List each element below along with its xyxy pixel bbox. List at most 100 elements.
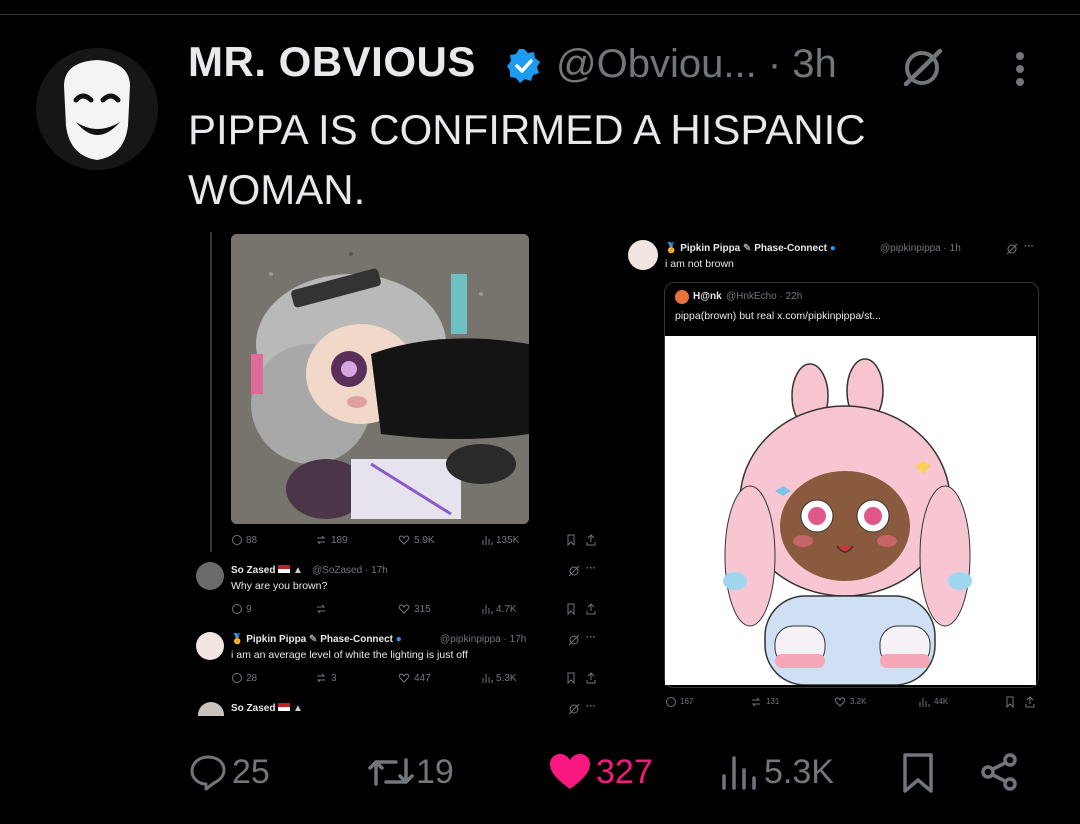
repost-icon[interactable]: [315, 603, 327, 615]
verified-badge-icon: ●: [829, 243, 836, 254]
repost-icon[interactable]: [315, 534, 327, 546]
views-button[interactable]: 5.3K: [720, 752, 834, 792]
like-icon[interactable]: [398, 603, 410, 615]
stat-likes: 3.2K: [850, 697, 867, 706]
right-author-handle[interactable]: @pipkinpippa · 1h: [880, 243, 961, 254]
share-icon[interactable]: [585, 534, 597, 546]
stat-views: 4.7K: [496, 604, 517, 615]
grok-icon[interactable]: [900, 46, 944, 90]
medal-icon: 🏅: [231, 634, 244, 645]
share-icon[interactable]: [585, 603, 597, 615]
views-icon[interactable]: [481, 534, 493, 546]
views-count: 5.3K: [764, 752, 834, 791]
eagle-icon: ▲: [293, 565, 303, 576]
like-button[interactable]: 327: [548, 752, 653, 792]
grok-icon[interactable]: [568, 703, 580, 715]
reply-icon[interactable]: [231, 534, 243, 546]
views-icon[interactable]: [481, 672, 493, 684]
stat-replies: 167: [680, 697, 694, 706]
reply2-text: i am an average level of white the light…: [231, 649, 468, 661]
verified-badge-icon: [507, 49, 540, 83]
heart-icon: [550, 753, 590, 789]
repost-icon[interactable]: [315, 672, 327, 684]
stat-replies: 88: [246, 535, 258, 546]
more-icon[interactable]: ···: [586, 563, 596, 574]
more-icon[interactable]: ···: [586, 632, 596, 643]
stat-replies: 28: [246, 673, 258, 684]
reply3-avatar[interactable]: [198, 702, 224, 716]
like-icon[interactable]: [398, 534, 410, 546]
verified-badge-icon: ●: [395, 634, 402, 645]
author-handle-and-time[interactable]: @Obviou... · 3h: [556, 42, 837, 87]
more-icon[interactable]: ···: [586, 701, 596, 712]
author-avatar[interactable]: [36, 48, 158, 170]
more-icon[interactable]: [1005, 48, 1035, 92]
like-count: 327: [596, 752, 653, 791]
stat-reposts: 131: [766, 697, 780, 706]
mic-icon: ✎: [743, 243, 752, 254]
grok-icon[interactable]: [568, 634, 580, 646]
share-icon[interactable]: [585, 672, 597, 684]
stat-reposts: 3: [331, 673, 337, 684]
reply1-handle[interactable]: @SoZased · 17h: [312, 565, 388, 576]
reply-icon[interactable]: [231, 672, 243, 684]
post-time[interactable]: · 3h: [768, 42, 837, 86]
right-tweet-text: i am not brown: [665, 258, 734, 270]
bookmark-icon[interactable]: [565, 534, 577, 546]
like-icon[interactable]: [398, 672, 410, 684]
views-icon[interactable]: [481, 603, 493, 615]
stat-views: 44K: [934, 697, 949, 706]
eagle-icon: ▲: [293, 703, 303, 714]
bookmark-icon[interactable]: [900, 752, 936, 794]
us-flag-icon: [278, 565, 291, 573]
reply2-name[interactable]: 🏅 Pipkin Pippa ✎ Phase-Connect ●: [231, 634, 402, 645]
reply-icon: [190, 755, 226, 791]
reply-icon[interactable]: [665, 696, 677, 708]
reply3-name[interactable]: So Zased ▲: [231, 703, 303, 714]
post-text: PIPPA IS CONFIRMED A HISPANIC WOMAN.: [188, 106, 866, 213]
reply1-avatar[interactable]: [196, 562, 224, 590]
thread-line: [210, 232, 212, 552]
stat-views: 135K: [496, 535, 520, 546]
views-icon[interactable]: [918, 696, 930, 708]
author-handle[interactable]: @Obviou...: [556, 42, 757, 86]
share-icon[interactable]: [1024, 696, 1036, 708]
stat-views: 5.3K: [496, 673, 517, 684]
reply2-avatar[interactable]: [196, 632, 224, 660]
quoted-name[interactable]: H@nk: [693, 291, 722, 302]
reply1-name[interactable]: So Zased ▲: [231, 565, 303, 576]
plush-photo[interactable]: [231, 234, 529, 524]
stat-replies: 9: [246, 604, 252, 615]
stat-likes: 5.9K: [414, 535, 435, 546]
like-icon[interactable]: [834, 696, 846, 708]
quoted-handle[interactable]: @HnkEcho · 22h: [726, 291, 802, 302]
repost-icon: [368, 758, 414, 786]
quoted-avatar[interactable]: [675, 290, 689, 304]
mic-icon: ✎: [309, 634, 318, 645]
bookmark-icon[interactable]: [565, 603, 577, 615]
stat-likes: 315: [414, 604, 431, 615]
reply-count: 25: [232, 752, 270, 791]
share-icon[interactable]: [980, 752, 1020, 792]
bookmark-icon[interactable]: [565, 672, 577, 684]
bookmark-icon[interactable]: [1004, 696, 1016, 708]
top-divider: [0, 14, 1080, 15]
grok-icon[interactable]: [1006, 243, 1018, 255]
repost-icon[interactable]: [750, 696, 762, 708]
reply2-handle[interactable]: @pipkinpippa · 17h: [440, 634, 526, 645]
quoted-text: pippa(brown) but real x.com/pipkinpippa/…: [675, 310, 882, 322]
grok-icon[interactable]: [568, 565, 580, 577]
author-name[interactable]: MR. OBVIOUS: [188, 38, 476, 86]
us-flag-icon: [278, 703, 291, 711]
stat-likes: 447: [414, 673, 431, 684]
reply1-text: Why are you brown?: [231, 580, 328, 592]
reply-button[interactable]: 25: [188, 752, 270, 792]
medal-icon: 🏅: [665, 243, 678, 254]
right-author-avatar[interactable]: [628, 240, 658, 270]
more-icon[interactable]: ···: [1024, 241, 1034, 252]
right-author-name[interactable]: 🏅 Pipkin Pippa ✎ Phase-Connect ●: [665, 243, 836, 254]
stat-reposts: 189: [331, 535, 348, 546]
reply-icon[interactable]: [231, 603, 243, 615]
pippa-artwork[interactable]: [665, 336, 1036, 686]
repost-button[interactable]: 19: [366, 752, 454, 792]
